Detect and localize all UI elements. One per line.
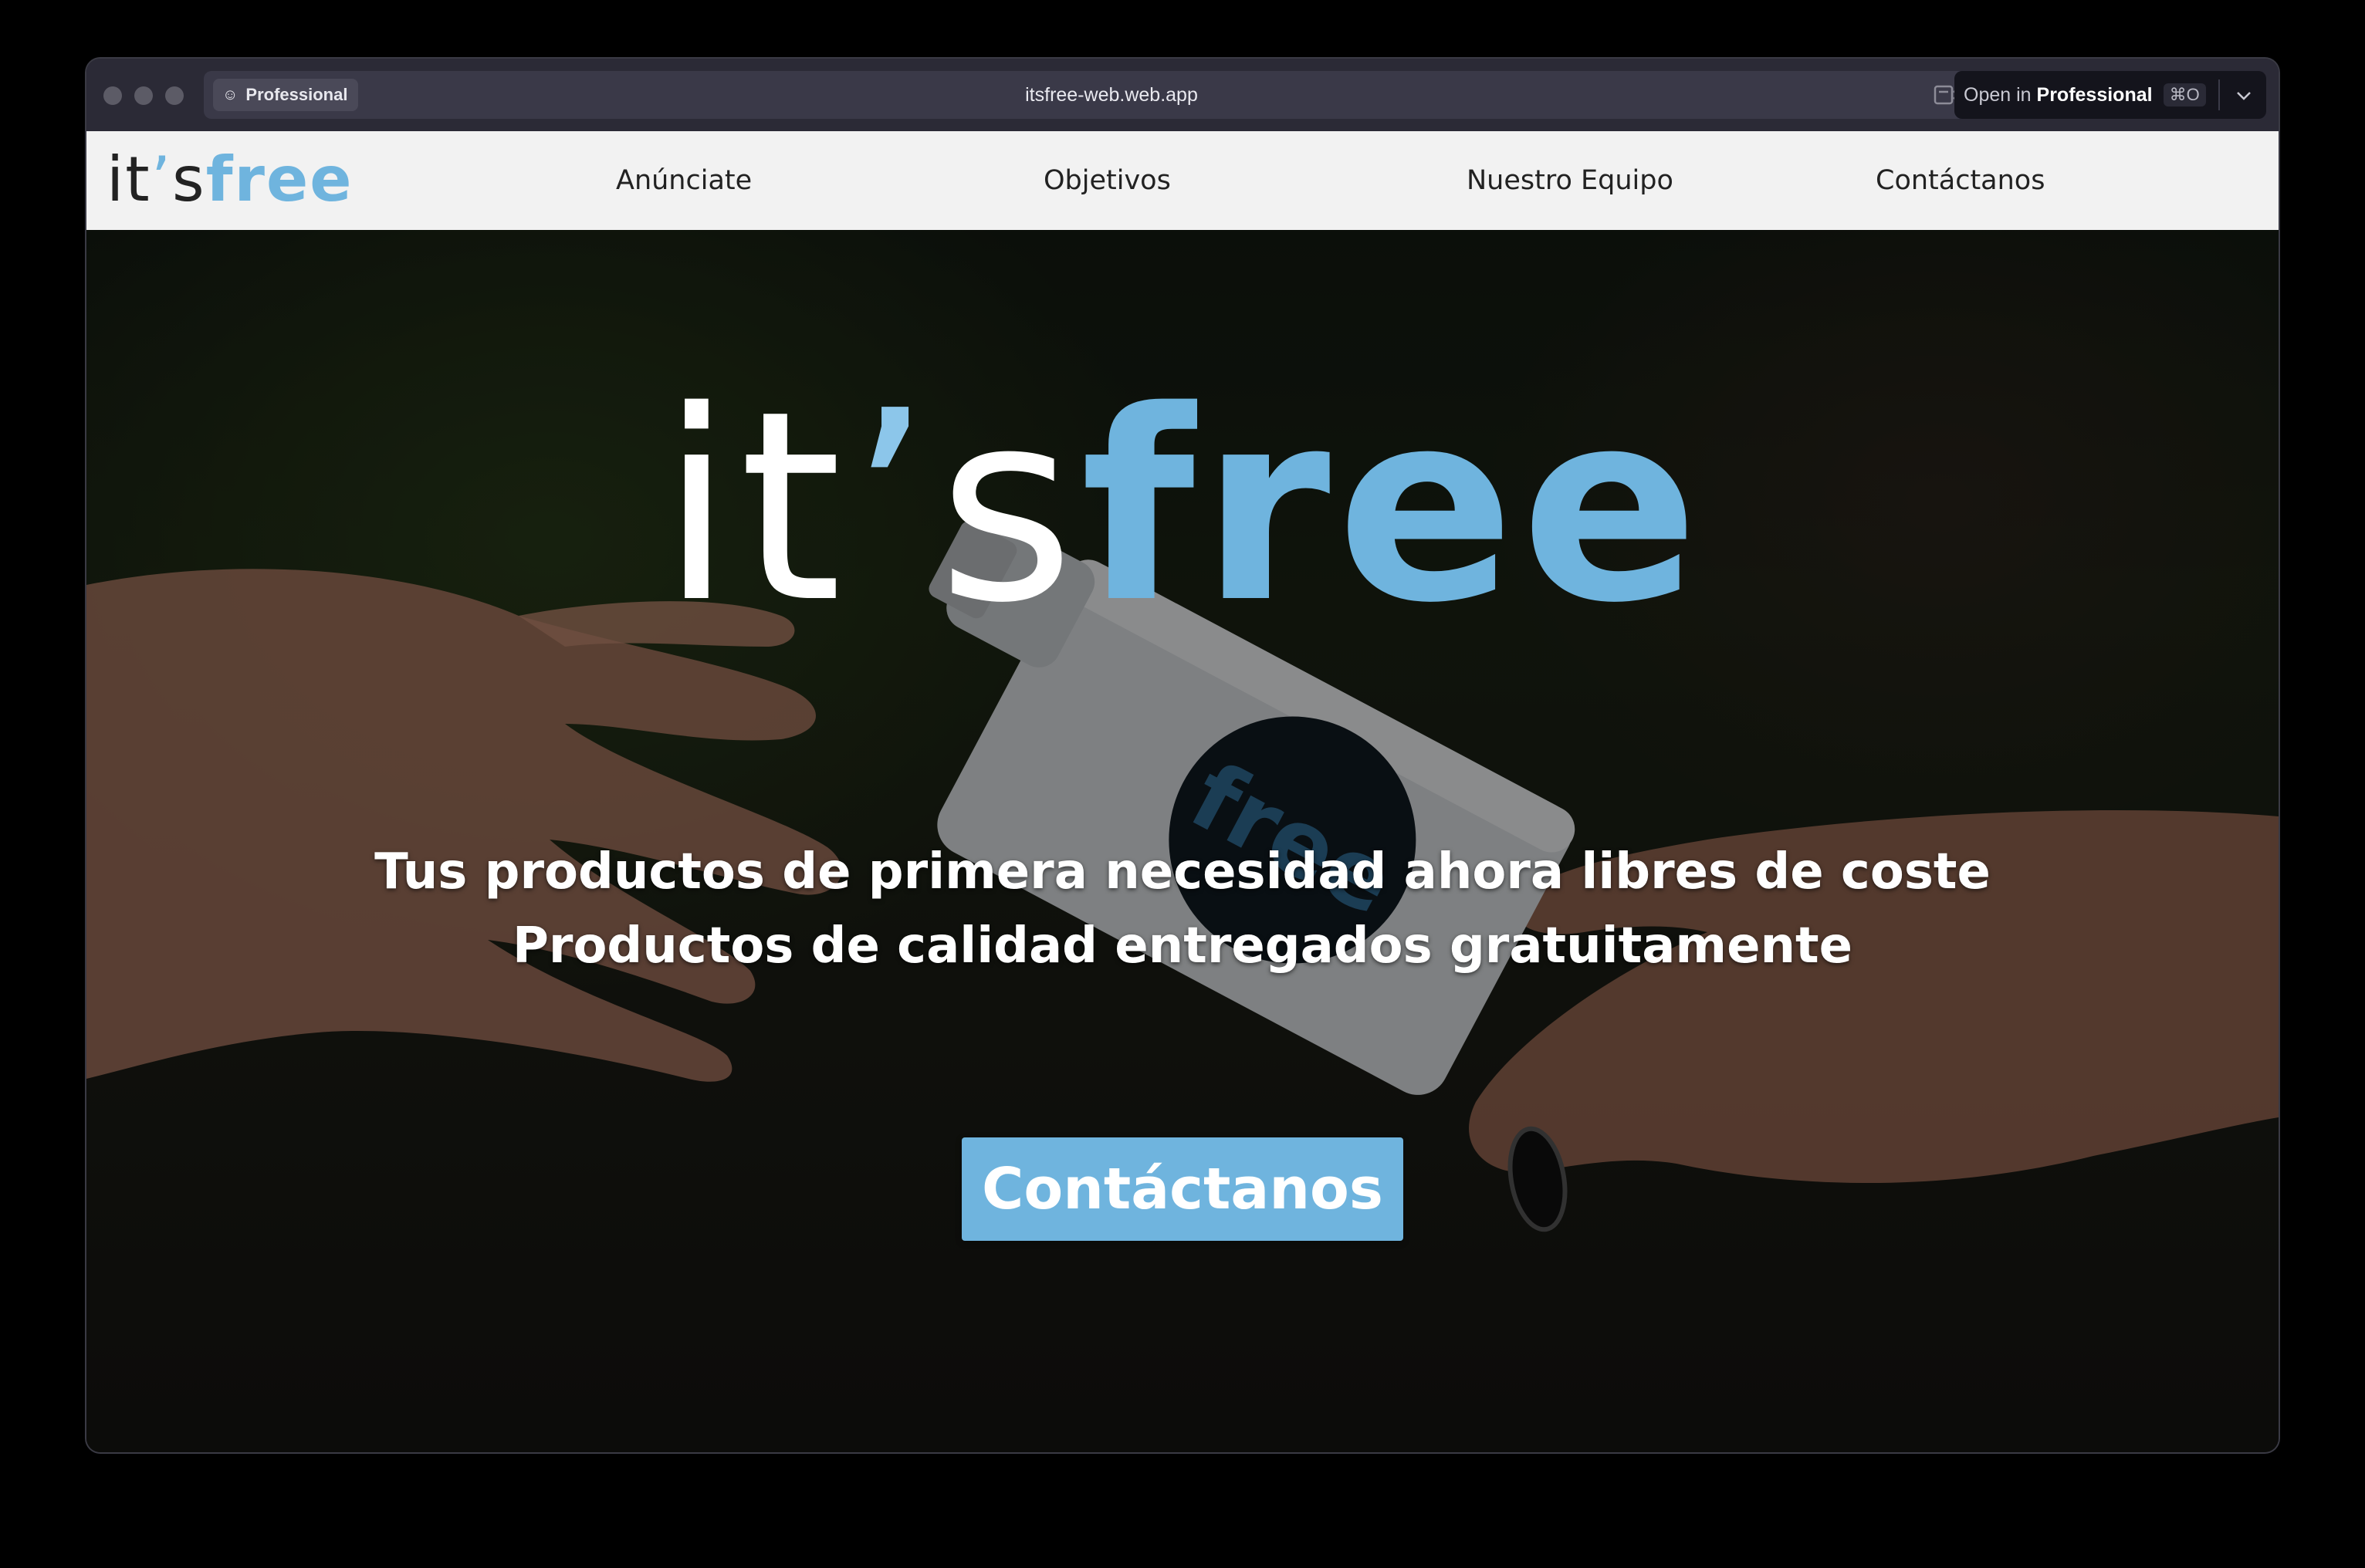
hero-logo: it’sfree <box>86 377 2279 639</box>
hero-logo-apostrophe: ’ <box>848 355 938 661</box>
logo-s: s <box>172 144 206 215</box>
hero-tagline-line1: Tus productos de primera necesidad ahora… <box>374 843 1991 901</box>
address-bar[interactable]: ☺ Professional itsfree-web.web.app <box>204 71 2019 119</box>
chevron-down-icon[interactable] <box>2235 84 2252 106</box>
site-navbar: it’ s free Anúnciate Objetivos Nuestro Equ… <box>86 131 2279 230</box>
hero-section: free it’sfree Tus productos de primera n… <box>86 230 2279 1452</box>
site-logo[interactable]: it’ s free <box>107 145 354 215</box>
logo-its: it <box>107 144 151 215</box>
hero-logo-its: it <box>660 355 848 661</box>
nav-link-anunciate[interactable]: Anúnciate <box>616 131 752 230</box>
open-in-target: Professional <box>2036 83 2153 106</box>
hero-logo-free: free <box>1081 355 1705 661</box>
hero-tagline-line2: Productos de calidad entregados gratuita… <box>512 917 1853 975</box>
browser-toolbar: ☺ Professional itsfree-web.web.app Open … <box>86 59 2279 131</box>
browser-window: ☺ Professional itsfree-web.web.app Open … <box>86 59 2279 1452</box>
open-in-prefix: Open in <box>1964 83 2032 106</box>
open-in-professional-button[interactable]: Open in Professional ⌘O <box>1954 71 2266 119</box>
hero-contact-button[interactable]: Contáctanos <box>962 1137 1403 1241</box>
open-in-shortcut: ⌘O <box>2163 83 2206 106</box>
nav-link-contactanos[interactable]: Contáctanos <box>1876 131 2045 230</box>
close-window-button[interactable] <box>103 86 122 105</box>
logo-apostrophe: ’ <box>151 144 173 215</box>
open-in-divider <box>2218 79 2220 110</box>
url-text[interactable]: itsfree-web.web.app <box>204 71 2019 119</box>
logo-free: free <box>205 144 354 215</box>
nav-link-objetivos[interactable]: Objetivos <box>1044 131 1171 230</box>
nav-link-nuestro-equipo[interactable]: Nuestro Equipo <box>1467 131 1673 230</box>
open-in-label: Open in Professional <box>1954 84 2153 106</box>
minimize-window-button[interactable] <box>134 86 153 105</box>
zoom-window-button[interactable] <box>165 86 184 105</box>
hero-logo-s: s <box>937 355 1081 661</box>
